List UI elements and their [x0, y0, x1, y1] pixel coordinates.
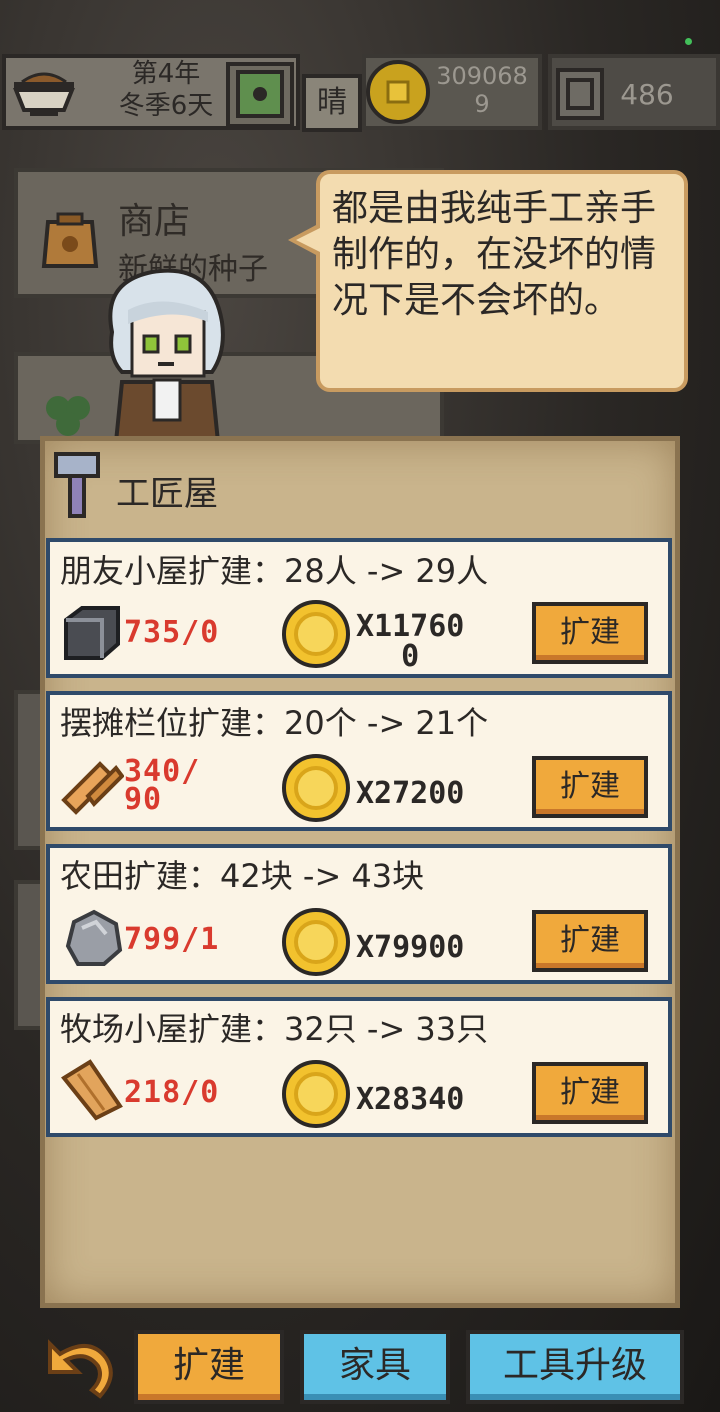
tab-furniture[interactable]: 家具: [300, 1330, 450, 1404]
weather-label: 晴: [302, 74, 362, 132]
tab-tool-upgrade[interactable]: 工具升级: [466, 1330, 684, 1404]
expand-button[interactable]: 扩建: [532, 602, 648, 664]
sun-icon: [236, 70, 284, 118]
iron-ingot-icon: [64, 606, 120, 660]
stone-icon: [65, 909, 123, 966]
upgrade-title: 牧场小屋扩建：32只 -> 33只: [60, 1010, 489, 1048]
wood-plank-icon: [61, 1059, 123, 1121]
upgrade-title: 摆摊栏位扩建：20个 -> 21个: [60, 704, 489, 742]
date-label: 第4年 冬季6天: [118, 59, 214, 121]
material-count: 735/0: [124, 615, 220, 650]
price-label: X79900: [356, 930, 465, 965]
hammer-icon: [54, 452, 100, 518]
status-dot: [685, 38, 692, 45]
shop-title: 商店: [118, 201, 191, 242]
gem-count: 486: [620, 78, 674, 111]
price-label: X27200: [356, 776, 465, 811]
craftsman-character: [108, 268, 225, 442]
clover-icon: [46, 396, 90, 436]
expand-button[interactable]: 扩建: [532, 756, 648, 818]
gold-coin-icon: [366, 60, 430, 124]
expand-button[interactable]: 扩建: [532, 910, 648, 972]
gold-coin-icon: [282, 600, 350, 668]
price-label: X28340: [356, 1082, 465, 1117]
weather-icon-box: [226, 62, 294, 128]
price-label: X11760 0: [356, 609, 465, 674]
material-count: 218/0: [124, 1075, 220, 1110]
speech-bubble-tail-inner: [296, 228, 320, 252]
material-count: 340/ 90: [124, 754, 201, 817]
back-arrow-icon[interactable]: [40, 1332, 114, 1400]
bowl-icon: [13, 72, 75, 116]
upgrade-title: 农田扩建：42块 -> 43块: [60, 857, 425, 895]
upgrade-title: 朋友小屋扩建：28人 -> 29人: [60, 552, 489, 590]
gold-coin-icon: [282, 908, 350, 976]
gem-icon: [556, 68, 604, 120]
expand-button[interactable]: 扩建: [532, 1062, 648, 1124]
tab-expand[interactable]: 扩建: [134, 1330, 284, 1404]
gold-coin-icon: [282, 1060, 350, 1128]
wood-log-icon: [61, 761, 124, 815]
panel-title: 工匠屋: [116, 474, 218, 514]
speech-bubble-text: 都是由我纯手工亲手制作的，在没坏的情况下是不会坏的。: [332, 188, 657, 321]
gold-count: 309068 9: [436, 62, 528, 118]
gold-coin-icon: [282, 754, 350, 822]
material-count: 799/1: [124, 922, 220, 957]
